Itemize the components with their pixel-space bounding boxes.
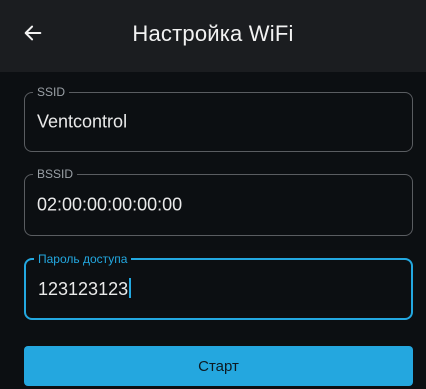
ssid-field[interactable]: SSID Ventcontrol	[24, 85, 413, 152]
bssid-label: BSSID	[33, 167, 78, 181]
wifi-settings-screen: Настройка WiFi SSID Ventcontrol BSSID 02…	[0, 0, 426, 389]
page-title: Настройка WiFi	[132, 21, 294, 46]
ssid-label: SSID	[33, 85, 70, 99]
bssid-value: 02:00:00:00:00:00	[37, 194, 183, 215]
app-bar: Настройка WiFi	[0, 0, 426, 72]
password-value: 123123123	[38, 279, 129, 299]
bssid-field[interactable]: BSSID 02:00:00:00:00:00	[24, 167, 413, 236]
password-value-wrap: 123123123	[38, 278, 132, 300]
start-button[interactable]: Старт	[24, 346, 413, 386]
ssid-value: Ventcontrol	[37, 111, 128, 132]
password-field[interactable]: Пароль доступа 123123123	[24, 252, 413, 320]
text-cursor	[129, 278, 132, 298]
password-label: Пароль доступа	[34, 252, 132, 266]
